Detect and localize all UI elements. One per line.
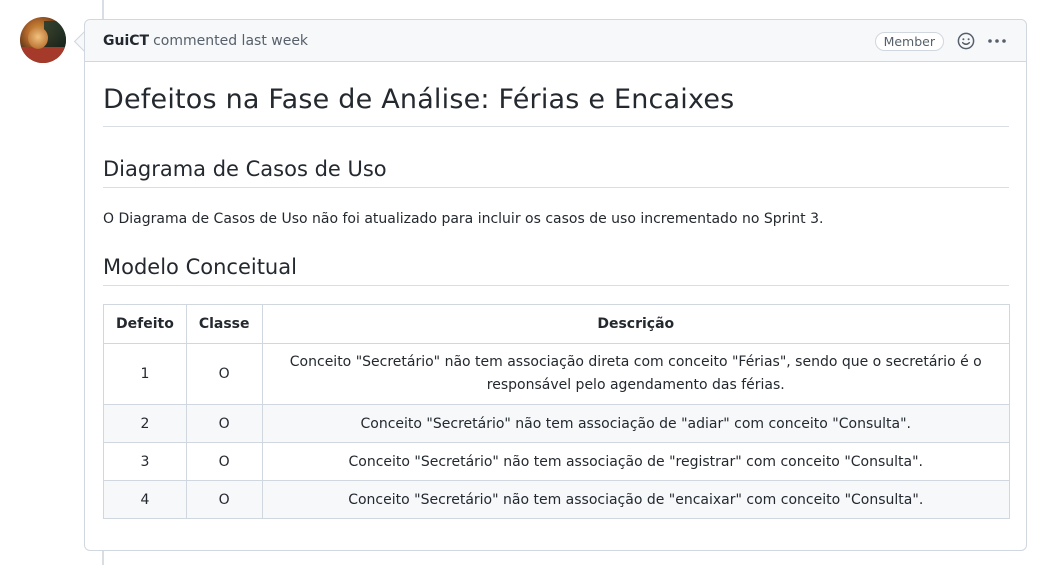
table-cell-descricao: Conceito "Secretário" não tem associação… — [261, 404, 1010, 443]
table-cell-descricao: Conceito "Secretário" não tem associação… — [261, 442, 1010, 481]
table-header-descricao: Descrição — [261, 304, 1010, 344]
section-text-use-cases: O Diagrama de Casos de Uso não foi atual… — [103, 211, 824, 227]
comment-header: GuiCT commented last week Member — [85, 20, 1026, 62]
member-badge: Member — [874, 31, 944, 51]
table-header-row: Defeito Classe Descrição — [103, 304, 1010, 344]
comment-header-actions: Member — [874, 20, 1008, 62]
table-cell-descricao: Conceito "Secretário" não tem associação… — [261, 343, 1010, 405]
table-cell-defeito: 4 — [103, 480, 187, 519]
comment-title: Defeitos na Fase de Análise: Férias e En… — [103, 84, 1009, 127]
table-cell-classe: O — [185, 343, 263, 405]
table-cell-defeito: 1 — [103, 343, 187, 405]
table-row: 4 O Conceito "Secretário" não tem associ… — [103, 480, 1010, 519]
table-cell-classe: O — [185, 480, 263, 519]
section-heading-conceptual-model: Modelo Conceitual — [103, 255, 1009, 286]
comment-body: Defeitos na Fase de Análise: Férias e En… — [85, 84, 1026, 519]
avatar[interactable] — [20, 17, 66, 63]
comment-timestamp[interactable]: commented last week — [153, 33, 308, 49]
comment-box: GuiCT commented last week Member Defeito… — [84, 19, 1027, 551]
section-heading-use-cases: Diagrama de Casos de Uso — [103, 157, 1009, 188]
author-link[interactable]: GuiCT — [103, 33, 149, 49]
table-cell-descricao: Conceito "Secretário" não tem associação… — [261, 480, 1010, 519]
kebab-icon[interactable] — [986, 31, 1008, 51]
table-cell-defeito: 3 — [103, 442, 187, 481]
smiley-icon[interactable] — [956, 31, 976, 51]
table-row: 3 O Conceito "Secretário" não tem associ… — [103, 442, 1010, 481]
issue-page: GuiCT commented last week Member Defeito… — [0, 0, 1041, 565]
table-row: 1 O Conceito "Secretário" não tem associ… — [103, 343, 1010, 405]
table-header-classe: Classe — [185, 304, 263, 344]
table-cell-defeito: 2 — [103, 404, 187, 443]
table-header-defeito: Defeito — [103, 304, 187, 344]
table-row: 2 O Conceito "Secretário" não tem associ… — [103, 404, 1010, 443]
table-cell-classe: O — [185, 442, 263, 481]
defects-table: Defeito Classe Descrição 1 O Conceito "S… — [103, 304, 1010, 519]
table-cell-classe: O — [185, 404, 263, 443]
